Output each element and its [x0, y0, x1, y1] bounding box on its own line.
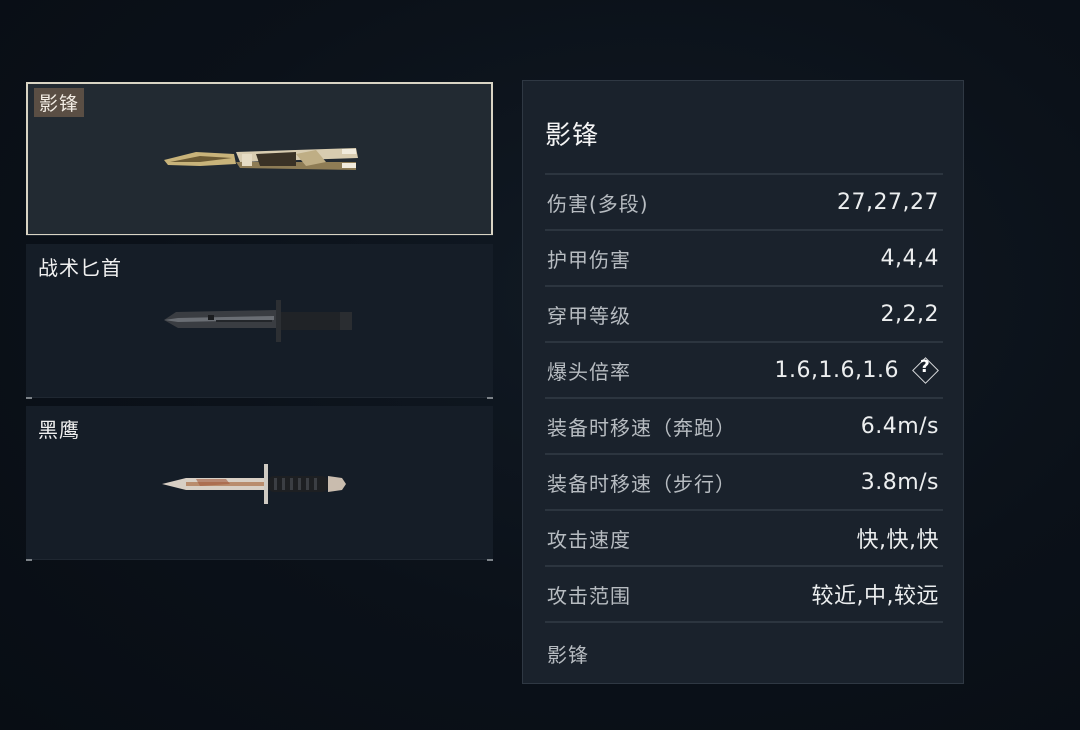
stat-value-group: 1.6,1.6,1.6 ?	[775, 356, 939, 384]
stat-value: 3.8m/s	[860, 469, 939, 495]
help-mark: ?	[919, 357, 931, 377]
stat-value: 快,快,快	[856, 528, 939, 553]
stat-row-armor-damage: 护甲伤害 4,4,4	[545, 229, 943, 285]
weapon-list: 影锋 战术匕首 黑鹰	[26, 82, 493, 568]
card-corner-tick	[487, 397, 493, 399]
tactical-knife-icon	[164, 300, 352, 342]
card-corner-tick	[487, 559, 493, 561]
stats-list: 伤害(多段) 27,27,27 护甲伤害 4,4,4 穿甲等级 2,2,2 爆头…	[545, 173, 943, 621]
weapon-name: 影锋	[34, 88, 85, 117]
weapon-name: 战术匕首	[38, 256, 122, 280]
weapon-detail-panel: 影锋 伤害(多段) 27,27,27 护甲伤害 4,4,4 穿甲等级 2,2,2…	[522, 80, 964, 684]
weapon-card-tactical-knife[interactable]: 战术匕首	[26, 244, 493, 399]
weapon-name: 黑鹰	[38, 418, 80, 442]
card-divider	[26, 559, 493, 560]
stat-label: 装备时移速（奔跑）	[547, 415, 736, 440]
stat-label: 攻击范围	[547, 583, 631, 608]
card-divider	[26, 397, 493, 398]
stat-value: 27,27,27	[837, 189, 939, 215]
help-button[interactable]: ?	[911, 356, 939, 384]
detail-title: 影锋	[545, 121, 600, 151]
stat-row-move-speed-walk: 装备时移速（步行） 3.8m/s	[545, 453, 943, 509]
stat-value: 4,4,4	[880, 245, 939, 271]
stat-row-attack-speed: 攻击速度 快,快,快	[545, 509, 943, 565]
stat-row-damage: 伤害(多段) 27,27,27	[545, 173, 943, 229]
card-divider	[26, 235, 493, 236]
detail-footer: 影锋	[545, 621, 943, 668]
stat-label: 装备时移速（步行）	[547, 471, 736, 496]
stat-value: 较近,中,较远	[811, 584, 939, 609]
stat-row-headshot-multiplier: 爆头倍率 1.6,1.6,1.6 ?	[545, 341, 943, 397]
dagger-knife-icon	[162, 464, 346, 504]
card-corner-tick	[26, 397, 32, 399]
stat-row-move-speed-run: 装备时移速（奔跑） 6.4m/s	[545, 397, 943, 453]
stat-label: 护甲伤害	[547, 247, 631, 272]
stat-label: 伤害(多段)	[547, 191, 649, 216]
butterfly-knife-icon	[164, 148, 358, 170]
weapon-card-black-hawk[interactable]: 黑鹰	[26, 406, 493, 561]
stat-value: 2,2,2	[880, 301, 939, 327]
card-corner-tick	[26, 559, 32, 561]
weapon-select-screen: 影锋 战术匕首 黑鹰 影锋 伤害(多段) 27,27,27 护甲伤害 4,4,4…	[0, 0, 1080, 730]
weapon-card-shadow-edge[interactable]: 影锋	[26, 82, 493, 236]
stat-label: 爆头倍率	[547, 359, 631, 384]
stat-label: 攻击速度	[547, 527, 631, 552]
stat-row-attack-range: 攻击范围 较近,中,较远	[545, 565, 943, 621]
stat-label: 穿甲等级	[547, 303, 631, 328]
stat-row-penetration-level: 穿甲等级 2,2,2	[545, 285, 943, 341]
stat-value: 1.6,1.6,1.6	[774, 357, 899, 383]
stat-value: 6.4m/s	[860, 413, 939, 439]
